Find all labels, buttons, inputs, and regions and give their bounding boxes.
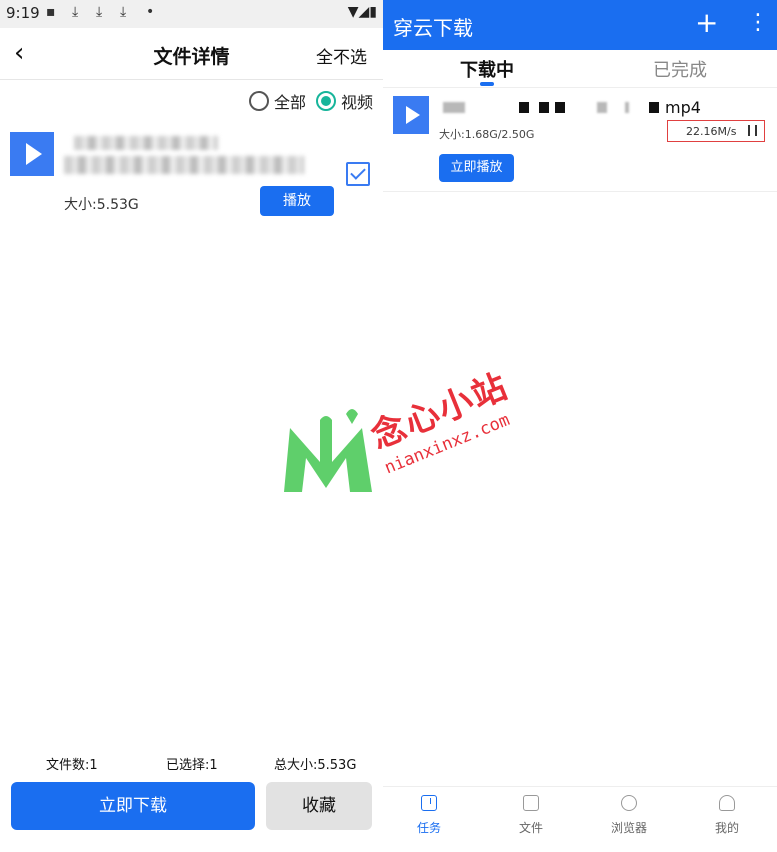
download-progress-size: 大小:1.68G/2.50G bbox=[439, 128, 535, 141]
play-now-button[interactable]: 立即播放 bbox=[439, 154, 514, 182]
task-filename: mp4 bbox=[439, 98, 719, 118]
tab-completed[interactable]: 已完成 bbox=[653, 56, 707, 82]
selected-count: 已选择:1 bbox=[166, 758, 218, 773]
redacted-text bbox=[649, 102, 659, 113]
filter-all-radio[interactable]: 全部 bbox=[248, 89, 306, 113]
download-icon bbox=[421, 795, 437, 811]
nav-profile-label: 我的 bbox=[714, 821, 739, 835]
download-notification-icon: ⤓ bbox=[72, 4, 79, 20]
nav-tasks[interactable]: 任务 bbox=[399, 795, 459, 836]
details-header: ‹ 文件详情 全不选 bbox=[0, 28, 383, 80]
nav-files[interactable]: 文件 bbox=[501, 795, 561, 836]
download-notification-icon: ⤓ bbox=[96, 4, 103, 20]
redacted-text bbox=[443, 102, 465, 113]
nav-files-label: 文件 bbox=[518, 821, 543, 835]
file-details-screen: 9:19 ▪ ⤓ ⤓ ⤓ • ▼◢▮ ‹ 文件详情 全不选 全部 视频 大小:5… bbox=[0, 0, 383, 852]
video-play-icon bbox=[10, 132, 54, 176]
nav-tasks-label: 任务 bbox=[416, 821, 441, 835]
radio-off-icon bbox=[248, 91, 269, 111]
nav-browser[interactable]: 浏览器 bbox=[599, 795, 659, 836]
filter-video-radio[interactable]: 视频 bbox=[315, 89, 373, 113]
radio-on-icon bbox=[315, 91, 336, 111]
file-select-checkbox[interactable] bbox=[346, 162, 370, 186]
file-extension: mp4 bbox=[665, 98, 701, 117]
filter-all-label: 全部 bbox=[273, 93, 306, 112]
file-type-filter: 全部 视频 bbox=[248, 88, 373, 114]
more-vertical-icon[interactable]: ⋮ bbox=[747, 10, 769, 36]
tab-downloading[interactable]: 下载中 bbox=[460, 56, 514, 82]
redacted-text bbox=[519, 102, 529, 113]
globe-icon bbox=[621, 795, 637, 811]
play-button[interactable]: 播放 bbox=[260, 186, 334, 216]
blurred-filename bbox=[64, 156, 304, 174]
status-bar: 9:19 ▪ ⤓ ⤓ ⤓ • ▼◢▮ bbox=[0, 0, 383, 28]
video-play-icon bbox=[393, 96, 429, 134]
active-tab-indicator bbox=[480, 82, 494, 86]
more-notifications-icon: • bbox=[146, 4, 155, 20]
blurred-filename bbox=[74, 136, 218, 150]
app-title: 穿云下载 bbox=[393, 16, 473, 40]
redacted-text bbox=[555, 102, 565, 113]
screenshot-composite: 9:19 ▪ ⤓ ⤓ ⤓ • ▼◢▮ ‹ 文件详情 全不选 全部 视频 大小:5… bbox=[0, 0, 777, 852]
signal-battery-icons: ▼◢▮ bbox=[347, 4, 377, 20]
total-size: 总大小:5.53G bbox=[274, 758, 357, 773]
selection-summary: 文件数:1 已选择:1 总大小:5.53G bbox=[0, 752, 383, 774]
redacted-text bbox=[625, 102, 629, 113]
folder-icon bbox=[523, 795, 539, 811]
redacted-text bbox=[539, 102, 549, 113]
bottom-navigation: 任务 文件 浏览器 我的 bbox=[383, 786, 777, 852]
deselect-all-button[interactable]: 全不选 bbox=[316, 43, 367, 68]
file-count: 文件数:1 bbox=[46, 758, 98, 773]
app-header: 穿云下载 + ⋮ bbox=[383, 0, 777, 50]
file-size: 大小:5.53G bbox=[64, 197, 139, 213]
download-task-item[interactable]: mp4 大小:1.68G/2.50G 22.16M/s 立即播放 bbox=[383, 92, 777, 192]
download-speed: 22.16M/s bbox=[686, 125, 737, 138]
file-list-item: 大小:5.53G 播放 bbox=[0, 128, 383, 228]
pause-icon[interactable] bbox=[748, 125, 757, 136]
download-now-button[interactable]: 立即下载 bbox=[11, 782, 255, 830]
status-time: 9:19 bbox=[6, 4, 40, 22]
person-icon bbox=[719, 795, 735, 811]
filter-video-label: 视频 bbox=[340, 93, 373, 112]
download-notification-icon: ⤓ bbox=[120, 4, 127, 20]
speed-highlight-box: 22.16M/s bbox=[667, 120, 765, 142]
favorite-button[interactable]: 收藏 bbox=[266, 782, 372, 830]
nav-browser-label: 浏览器 bbox=[610, 821, 647, 835]
download-tabs: 下载中 已完成 bbox=[383, 50, 777, 88]
redacted-text bbox=[597, 102, 607, 113]
add-icon[interactable]: + bbox=[695, 8, 718, 38]
nav-profile[interactable]: 我的 bbox=[697, 795, 757, 836]
download-manager-screen: 穿云下载 + ⋮ 下载中 已完成 mp4 大小:1.68G/2.50G 22.1… bbox=[383, 0, 777, 852]
notification-icon: ▪ bbox=[46, 4, 56, 20]
